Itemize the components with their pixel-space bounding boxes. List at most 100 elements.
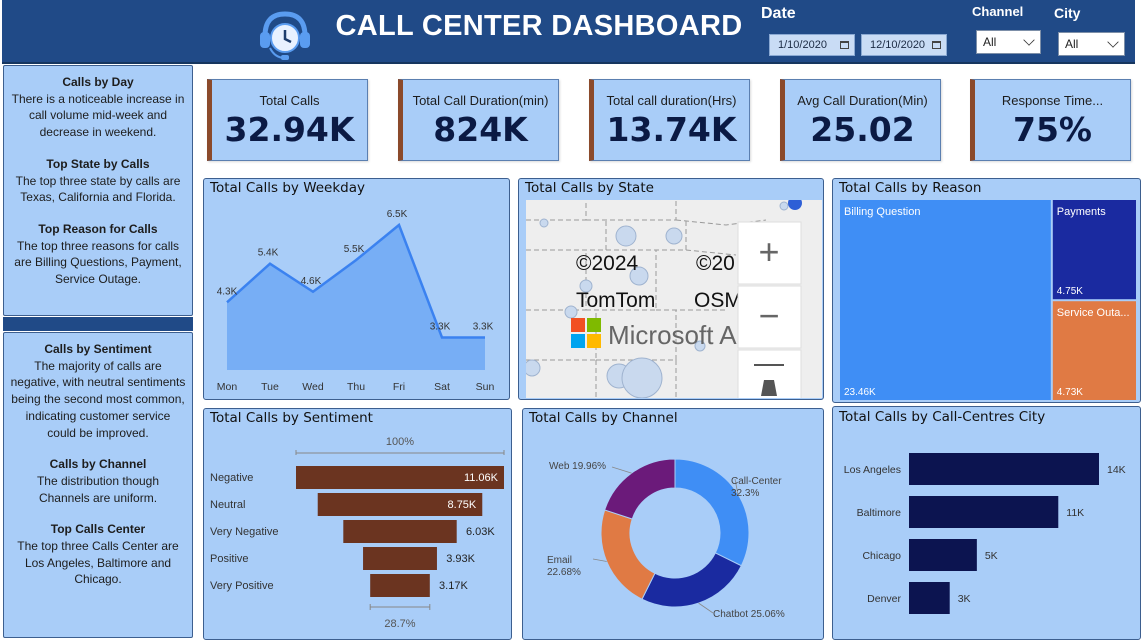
- data-label: 3.17K: [439, 580, 468, 592]
- kpi-value: 25.02: [810, 110, 915, 149]
- date-start-input[interactable]: 1/10/2020: [769, 34, 855, 56]
- sidebar-divider: [3, 317, 193, 331]
- chevron-down-icon: [1023, 34, 1035, 46]
- treemap-value-label: 23.46K: [844, 387, 876, 398]
- donut-slice[interactable]: [600, 509, 656, 600]
- donut-slice[interactable]: [674, 458, 750, 567]
- treemap-category-label: Billing Question: [844, 206, 920, 218]
- data-label: 5.4K: [258, 248, 279, 259]
- leader-line: [698, 602, 714, 614]
- bar[interactable]: [909, 453, 1099, 485]
- treemap-value-label: 4.73K: [1057, 387, 1083, 398]
- category-label: Positive: [210, 553, 249, 565]
- x-tick-label: Mon: [217, 381, 238, 393]
- zoom-out-label: −: [758, 295, 779, 336]
- slice-label: 32.3%: [731, 488, 759, 499]
- map-provider-text: TomTom: [576, 289, 655, 312]
- bar[interactable]: [909, 582, 950, 614]
- category-label: Baltimore: [857, 507, 902, 519]
- insight-heading: Top State by Calls: [46, 156, 150, 171]
- city-filter-label: City: [1054, 5, 1081, 21]
- city-select[interactable]: All: [1058, 32, 1125, 56]
- data-label: 3K: [958, 593, 971, 605]
- kpi-label: Avg Call Duration(Min): [797, 93, 928, 108]
- insight-heading: Calls by Sentiment: [44, 342, 152, 356]
- x-tick-label: Wed: [302, 381, 324, 393]
- insight-heading: Top Calls Center: [50, 522, 146, 537]
- kpi-avg-duration[interactable]: Avg Call Duration(Min) 25.02: [780, 79, 941, 161]
- x-tick-label: Thu: [347, 381, 365, 393]
- date-end-value: 12/10/2020: [870, 39, 926, 51]
- insight-text: The top three reasons for calls are Bill…: [14, 238, 182, 287]
- insight-text: The top three Calls Center are Los Angel…: [17, 539, 179, 587]
- kpi-response-time[interactable]: Response Time... 75%: [970, 79, 1131, 161]
- headset-clock-icon: [260, 11, 310, 60]
- weekday-area-chart[interactable]: 4.3K Mon 5.4K Tue 4.6K Wed 5.5K Thu 6.5K Fri 3.3K S…: [204, 179, 511, 401]
- funnel-bar[interactable]: [363, 547, 437, 570]
- date-start-value: 1/10/2020: [778, 39, 827, 51]
- donut-slice[interactable]: [641, 552, 743, 608]
- insight-text: The top three state by calls are Texas, …: [15, 173, 181, 205]
- state-map[interactable]: ©2024 ©20 TomTom OSM Microsoft A + −: [526, 200, 822, 398]
- map-copyright-text: ©20: [696, 252, 735, 275]
- funnel-top-bracket: [295, 450, 505, 455]
- insights-panel-bottom: Calls by Sentiment The majority of calls…: [3, 332, 193, 638]
- funnel-top-label: 100%: [386, 436, 414, 448]
- kpi-label: Total call duration(Hrs): [606, 93, 737, 108]
- bar[interactable]: [909, 496, 1059, 528]
- channel-select[interactable]: All: [976, 30, 1041, 54]
- slice-label: 22.68%: [547, 567, 581, 578]
- bar[interactable]: [909, 539, 977, 571]
- kpi-value: 32.94K: [224, 110, 355, 149]
- channel-donut-chart[interactable]: Call-Center32.3% Chatbot 25.06% Email22.68…: [523, 409, 825, 641]
- data-label: 11.06K: [464, 472, 499, 484]
- slice-label: Email: [547, 555, 572, 566]
- insight-heading: Top Reason for Calls: [38, 221, 158, 236]
- data-label: 3.3K: [473, 321, 494, 332]
- category-label: Los Angeles: [844, 464, 901, 476]
- data-label: 11K: [1066, 507, 1084, 519]
- kpi-label: Response Time...: [1001, 93, 1104, 108]
- calendar-icon[interactable]: [840, 41, 849, 49]
- data-label: 4.6K: [301, 276, 322, 287]
- date-filter-label: Date: [761, 5, 796, 22]
- insight-text: The majority of calls are negative, with…: [10, 358, 186, 440]
- funnel-bar[interactable]: [343, 520, 457, 543]
- calendar-icon[interactable]: [932, 41, 941, 49]
- x-tick-label: Sat: [434, 381, 450, 393]
- data-label: 5K: [985, 550, 998, 562]
- kpi-total-duration-hrs[interactable]: Total call duration(Hrs) 13.74K: [589, 79, 750, 161]
- data-label: 8.75K: [448, 499, 477, 511]
- funnel-bottom-bracket: [369, 604, 431, 610]
- data-label: 3.3K: [430, 321, 451, 332]
- kpi-total-duration-min[interactable]: Total Call Duration(min) 824K: [398, 79, 559, 161]
- sentiment-funnel-chart[interactable]: 100% Negative 11.06K Neutral 8.75K Very Negat…: [204, 409, 513, 641]
- reason-treemap[interactable]: Billing Question 23.46K Payments 4.75K Servi…: [833, 179, 1142, 404]
- x-tick-label: Fri: [393, 381, 405, 393]
- funnel-bottom-label: 28.7%: [384, 618, 415, 630]
- x-tick-label: Tue: [261, 381, 279, 393]
- treemap-value-label: 4.75K: [1057, 286, 1083, 297]
- insight-text: The distribution though Channels are uni…: [36, 473, 160, 505]
- kpi-total-calls[interactable]: Total Calls 32.94K: [207, 79, 368, 161]
- date-end-input[interactable]: 12/10/2020: [861, 34, 947, 56]
- city-select-value: All: [1065, 37, 1079, 51]
- funnel-bar[interactable]: [370, 574, 430, 597]
- channel-select-value: All: [983, 35, 997, 49]
- channel-chart-panel: Total Calls by Channel Call-Center 32.3% C…: [522, 408, 824, 640]
- data-label: 6.5K: [387, 209, 408, 220]
- kpi-label: Total Calls: [259, 93, 320, 108]
- leader-line: [611, 466, 632, 474]
- city-bar-chart[interactable]: Los Angeles 14K Baltimore 11K Chicago 5K Denve…: [833, 407, 1142, 641]
- weekday-chart-panel: Total Calls by Weekday 4.3K Mon 5.4K Tue 4.6…: [203, 178, 510, 400]
- sentiment-chart-panel: Total Calls by Sentiment 100% Negative 11.…: [203, 408, 512, 640]
- category-label: Neutral: [210, 499, 245, 511]
- category-label: Denver: [867, 593, 901, 605]
- category-label: Very Positive: [210, 580, 274, 592]
- city-chart-panel: Total Calls by Call-Centres City Los Ang…: [832, 406, 1141, 640]
- kpi-value: 13.74K: [606, 110, 737, 149]
- kpi-label: Total Call Duration(min): [412, 93, 549, 108]
- treemap-tile[interactable]: [840, 200, 1051, 400]
- slice-label: Web 19.96%: [549, 461, 606, 472]
- data-label: 3.93K: [446, 553, 475, 565]
